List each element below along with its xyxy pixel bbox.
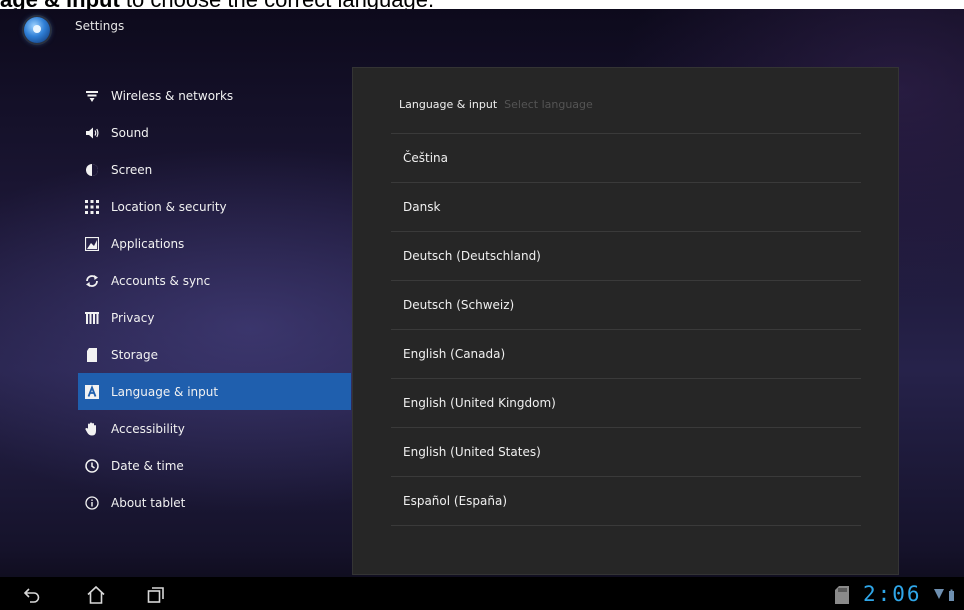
back-icon[interactable] (22, 585, 42, 605)
language-item-deutsch-deutschland[interactable]: Deutsch (Deutschland) (391, 232, 861, 281)
language-item-english-canada[interactable]: English (Canada) (391, 330, 861, 379)
language-item-cestina[interactable]: Čeština (391, 134, 861, 183)
signal-battery-icon (934, 587, 956, 601)
hand-icon (85, 422, 99, 436)
sidebar-item-about-tablet[interactable]: About tablet (78, 484, 351, 521)
sidebar-item-label: Screen (111, 162, 153, 177)
sd-card-status-icon (835, 586, 849, 604)
breadcrumb: Language & input Select language (399, 98, 593, 111)
action-bar: Settings (0, 9, 964, 51)
sidebar-item-accessibility[interactable]: Accessibility (78, 410, 351, 447)
sidebar-item-label: Storage (111, 347, 158, 362)
sidebar-item-applications[interactable]: Applications (78, 225, 351, 262)
speaker-icon (85, 126, 99, 140)
language-label: Deutsch (Schweiz) (403, 298, 515, 312)
language-label: English (United Kingdom) (403, 396, 556, 410)
sidebar-item-label: Accounts & sync (111, 273, 211, 288)
sidebar-item-label: Wireless & networks (111, 88, 234, 103)
app-title: Settings (75, 19, 125, 33)
language-label: Deutsch (Deutschland) (403, 249, 541, 263)
home-icon[interactable] (86, 585, 106, 605)
language-list: Čeština Dansk Deutsch (Deutschland) Deut… (391, 134, 861, 526)
sidebar-item-label: Privacy (111, 310, 155, 325)
tablet-screen: Settings Wireless & networks Sound Scree… (0, 9, 964, 610)
language-label: Dansk (403, 200, 441, 214)
status-clock[interactable]: 2:06 (863, 582, 922, 606)
sidebar-item-label: Location & security (111, 199, 227, 214)
breadcrumb-current: Select language (504, 98, 593, 111)
wifi-icon (85, 89, 99, 103)
sidebar-item-label: Applications (111, 236, 185, 251)
sidebar-item-storage[interactable]: Storage (78, 336, 351, 373)
system-bar: 2:06 (0, 577, 964, 610)
language-label: Čeština (403, 151, 449, 165)
sidebar-item-sound[interactable]: Sound (78, 114, 351, 151)
language-item-espanol-espana[interactable]: Español (España) (391, 477, 861, 526)
privacy-icon (85, 311, 99, 325)
breadcrumb-parent[interactable]: Language & input (399, 98, 497, 111)
language-label: English (United States) (403, 445, 541, 459)
recent-apps-icon[interactable] (146, 585, 166, 605)
sd-card-icon (85, 347, 99, 362)
settings-app-icon[interactable] (24, 17, 50, 43)
sidebar-item-location-security[interactable]: Location & security (78, 188, 351, 225)
language-item-english-us[interactable]: English (United States) (391, 428, 861, 477)
language-panel: Language & input Select language Čeština … (352, 67, 899, 575)
settings-sidebar: Wireless & networks Sound Screen Locatio… (78, 77, 351, 521)
clock-icon (85, 458, 99, 473)
sidebar-item-label: Sound (111, 125, 149, 140)
sidebar-item-language-input[interactable]: Language & input (78, 373, 351, 410)
info-icon (85, 495, 99, 510)
sync-icon (85, 274, 99, 288)
grid-icon (85, 199, 99, 214)
sidebar-item-label: Accessibility (111, 421, 185, 436)
sidebar-item-date-time[interactable]: Date & time (78, 447, 351, 484)
sidebar-item-label: About tablet (111, 495, 186, 510)
language-label: English (Canada) (403, 347, 506, 361)
sidebar-item-screen[interactable]: Screen (78, 151, 351, 188)
sidebar-item-accounts-sync[interactable]: Accounts & sync (78, 262, 351, 299)
sidebar-item-label: Language & input (111, 384, 219, 399)
keyboard-a-icon (85, 384, 99, 399)
brightness-icon (85, 163, 99, 177)
sidebar-item-wireless[interactable]: Wireless & networks (78, 77, 351, 114)
language-item-deutsch-schweiz[interactable]: Deutsch (Schweiz) (391, 281, 861, 330)
sidebar-item-label: Date & time (111, 458, 184, 473)
applications-icon (85, 236, 99, 251)
language-label: Español (España) (403, 494, 508, 508)
language-item-dansk[interactable]: Dansk (391, 183, 861, 232)
sidebar-item-privacy[interactable]: Privacy (78, 299, 351, 336)
language-item-english-uk[interactable]: English (United Kingdom) (391, 379, 861, 428)
